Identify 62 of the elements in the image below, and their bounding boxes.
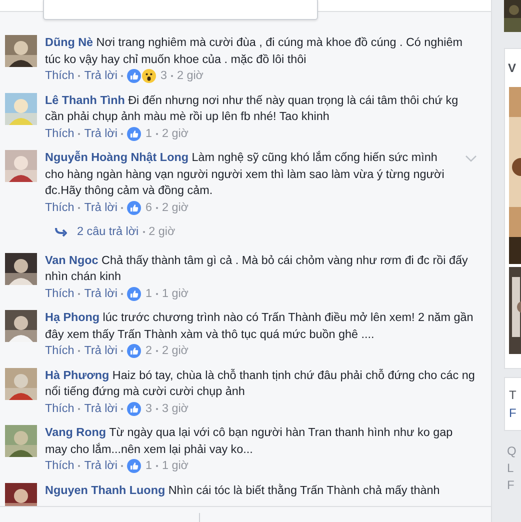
comment-action-link[interactable]: Trả lời [84,286,118,302]
thumbs-up-icon[interactable] [127,200,142,215]
reaction-count: 1 [145,286,152,302]
commenter-name-link[interactable]: Lê Thanh Tình [45,94,125,106]
commenter-name-link[interactable]: Vang Rong [45,426,106,439]
comment-action-link[interactable]: Trả lời [84,200,118,216]
reaction-count: 1 [145,458,152,474]
comment-action-link[interactable]: Thích [45,126,74,142]
comment-time: 2 giờ [176,68,204,84]
comment-action-link[interactable]: Trả lời [84,126,118,142]
commenter-name-link[interactable]: Nguyễn Hoàng Nhật Long [45,151,188,164]
chevron-down-icon[interactable] [465,155,477,162]
comment-time: 2 giờ [162,200,188,216]
surprised-emoji-icon[interactable] [142,69,156,84]
replies-link[interactable]: 2 câu trả lời [77,224,139,240]
comment-action-link[interactable]: Thích [45,68,74,84]
comment-text: Lê Thanh Tình Đi đến nhưng nơi như thế này quan trọng là cái tâm thôi chứ kg cần phải chụp ảnh màu mè rồi up lên fb nhé! Tao khinh [45,92,460,125]
reaction-count: 2 [145,343,152,359]
thumbs-up-icon[interactable] [127,286,142,301]
sidebar-link[interactable]: F [509,404,521,422]
commenter-name-link[interactable]: Dũng Nè [45,36,94,49]
comment-time: 1 giờ [162,286,188,302]
comment-action-link[interactable]: Thích [45,400,74,417]
comment-action-link[interactable]: Trả lời [84,400,118,417]
reply-arrow-icon [55,227,67,238]
reaction-count: 3 [145,400,152,416]
card-title: V [507,60,518,77]
comment-text: Nguyễn Hoàng Nhật Long Làm nghệ sỹ cũng khó lắm cống hiến sức mình cho hàng ngàn hàng vạn người người xem thì làm sao làm vừa ý từng người đc.Hãy thông cảm và đồng cảm. [45,150,446,199]
commenter-name-link[interactable]: Hà Phương [45,368,110,382]
reaction-count: 6 [145,200,152,216]
comment-text: Nguyen Thanh Luong Nhìn cái tóc là biết thằng Trấn Thành chả mấy thành [45,482,441,498]
comment-action-link[interactable]: Thích [45,343,74,360]
reaction-count: 1 [145,126,152,142]
comment-action-link[interactable]: Thích [45,286,74,302]
thumbs-up-icon[interactable] [127,402,142,416]
footer-text: Q [507,443,518,460]
comment-text: Dũng Nè Nơi trang nghiêm mà cười đùa , đi cúng mà khoe đồ cúng . Có nghiêm túc ko vậy hay chỉ muốn khoe của . mặc đồ lôi thôi [45,35,464,68]
reaction-count: 3 [160,68,167,84]
comment-action-link[interactable]: Trả lời [84,343,118,360]
comment-time: 3 giờ [162,400,188,416]
comment-text: Van Ngoc Chả thấy thành tâm gì cả . Mà bỏ cái chỏm vàng như rơm đi đc rồi đấy nhìn chán kinh [45,252,469,285]
thumbs-up-icon[interactable] [127,344,142,358]
sidebar-text: T [509,387,518,404]
comment-action-link[interactable]: Thích [45,458,74,474]
thumbs-up-icon[interactable] [127,126,142,141]
footer-text: F [507,477,516,494]
comment-time: 2 giờ [162,126,188,142]
comment-text: Hạ Phong lúc trước chương trình nào có Trấn Thành điều mở lên xem! 2 năm gần đây xem thấy Trấn Thành xàm và thô tục quá mức buồn ghê .... [45,310,474,342]
comment-time: 1 giờ [162,458,188,474]
comment-text: Hà Phương Haiz bó tay, chùa là chỗ thanh tịnh chứ đâu phải chỗ đứng cho các ng nổi tiếng đứng mà cười cười chụp ảnh [45,368,476,400]
commenter-name-link[interactable]: Van Ngoc [45,254,98,266]
comment-text: Vang Rong Từ ngày qua lại với cô bạn người hàn Tran thanh hình như ko gap may cho lắm...nên xem lại phải vay ko... [45,425,454,458]
comment-action-link[interactable]: Trả lời [84,458,118,474]
commenter-name-link[interactable]: Hạ Phong [45,311,100,324]
footer-text: L [507,460,515,477]
thumbs-up-icon[interactable] [127,459,142,474]
comment-action-link[interactable]: Trả lời [84,68,118,84]
replies-time: 2 giờ [148,224,176,240]
commenter-name-link[interactable]: Nguyen Thanh Luong [45,484,166,496]
comment-time: 2 giờ [162,343,188,359]
thumbs-up-icon[interactable] [127,69,142,84]
comment-action-link[interactable]: Thích [45,200,74,216]
